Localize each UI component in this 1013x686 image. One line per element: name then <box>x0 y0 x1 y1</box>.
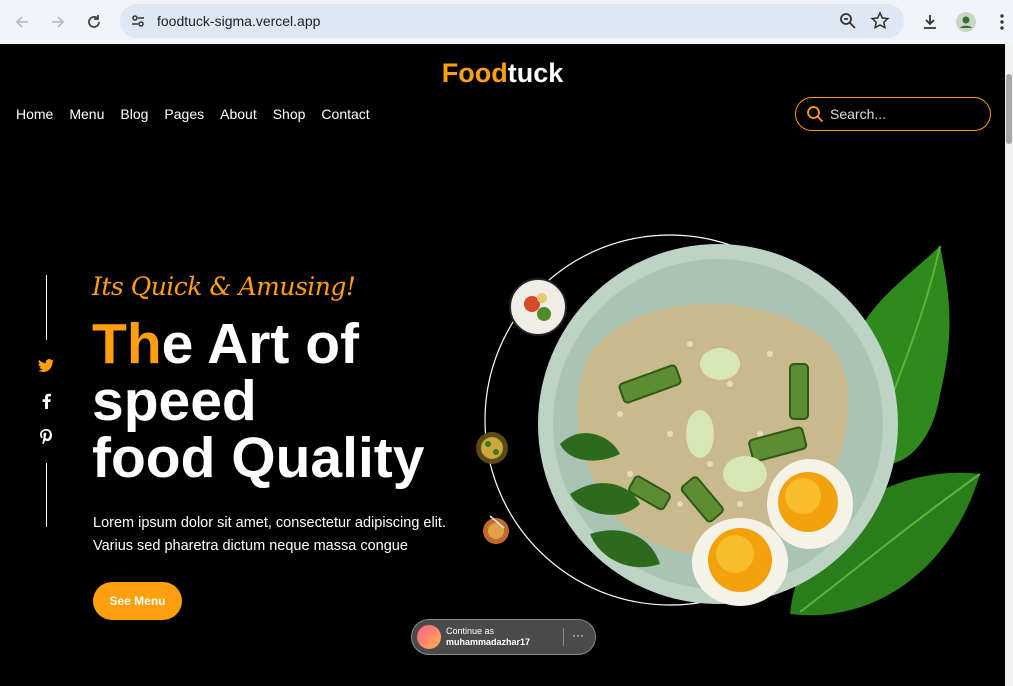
onetap-more-button[interactable]: ··· <box>572 628 584 642</box>
social-divider-bottom <box>46 463 47 527</box>
orbit-thumb-salad <box>509 278 567 336</box>
kebab-menu-icon <box>1000 14 1004 30</box>
nav-pages[interactable]: Pages <box>164 106 204 122</box>
download-button[interactable] <box>916 8 944 36</box>
main-nav: Home Menu Blog Pages About Shop Contact <box>16 106 370 122</box>
hero-description: Lorem ipsum dolor sit amet, consectetur … <box>93 515 446 554</box>
site-logo[interactable]: Foodtuck <box>0 58 1005 89</box>
social-divider-top <box>46 275 47 340</box>
url-text[interactable]: foodtuck-sigma.vercel.app <box>157 13 320 29</box>
google-onetap-prompt[interactable]: Continue as muhammadazhar17 ··· <box>411 619 596 655</box>
logo-rest-text: tuck <box>507 58 564 88</box>
search-box[interactable] <box>795 97 991 131</box>
onetap-text: Continue as muhammadazhar17 <box>446 626 530 648</box>
bookmark-star-icon[interactable] <box>870 11 890 31</box>
profile-button[interactable] <box>952 8 980 36</box>
pinterest-icon <box>40 428 52 444</box>
reload-button[interactable] <box>76 4 112 40</box>
headline-accent: Th <box>92 312 162 376</box>
logo-accent-text: Food <box>441 58 508 88</box>
headline-line2: speed <box>92 369 257 433</box>
browser-menu-button[interactable] <box>988 8 1013 36</box>
see-menu-button[interactable]: See Menu <box>93 582 182 620</box>
scrollbar-thumb[interactable] <box>1006 74 1012 144</box>
reload-icon <box>88 15 100 28</box>
headline-line1: e Art of <box>161 312 360 376</box>
hero-tagline: Its Quick & Amusing! <box>92 272 356 301</box>
nav-menu[interactable]: Menu <box>69 106 104 122</box>
page-scrollbar[interactable] <box>1005 44 1013 686</box>
forward-arrow-icon <box>52 16 65 28</box>
search-icon <box>807 106 824 123</box>
onetap-divider <box>563 628 564 646</box>
orbit-thumb-bowl <box>476 432 508 464</box>
facebook-icon <box>42 393 51 409</box>
headline-line3: food Quality <box>92 426 425 490</box>
page-viewport: Foodtuck Home Menu Blog Pages About Shop… <box>0 44 1005 686</box>
search-input[interactable] <box>830 106 980 122</box>
site-settings-icon[interactable] <box>128 11 148 31</box>
download-icon <box>924 15 936 29</box>
browser-toolbar: foodtuck-sigma.vercel.app <box>0 0 1013 44</box>
pinterest-link[interactable] <box>37 427 55 445</box>
profile-icon <box>956 12 976 32</box>
nav-blog[interactable]: Blog <box>120 106 148 122</box>
avatar <box>417 625 441 649</box>
nav-shop[interactable]: Shop <box>273 106 306 122</box>
twitter-icon <box>38 359 54 373</box>
facebook-link[interactable] <box>37 392 55 410</box>
hero-headline: The Art of speed food Quality <box>92 316 492 487</box>
forward-button[interactable] <box>40 4 76 40</box>
back-arrow-icon <box>15 16 28 28</box>
hero-food-image <box>476 234 981 616</box>
orbit-thumb-noodles <box>483 515 509 544</box>
twitter-link[interactable] <box>37 357 55 375</box>
zoom-icon[interactable] <box>838 11 858 31</box>
onetap-account: muhammadazhar17 <box>446 637 531 647</box>
nav-contact[interactable]: Contact <box>321 106 369 122</box>
back-button[interactable] <box>4 4 40 40</box>
nav-home[interactable]: Home <box>16 106 53 122</box>
onetap-line1: Continue as <box>446 626 495 636</box>
nav-about[interactable]: About <box>220 106 257 122</box>
address-bar[interactable]: foodtuck-sigma.vercel.app <box>120 4 904 38</box>
